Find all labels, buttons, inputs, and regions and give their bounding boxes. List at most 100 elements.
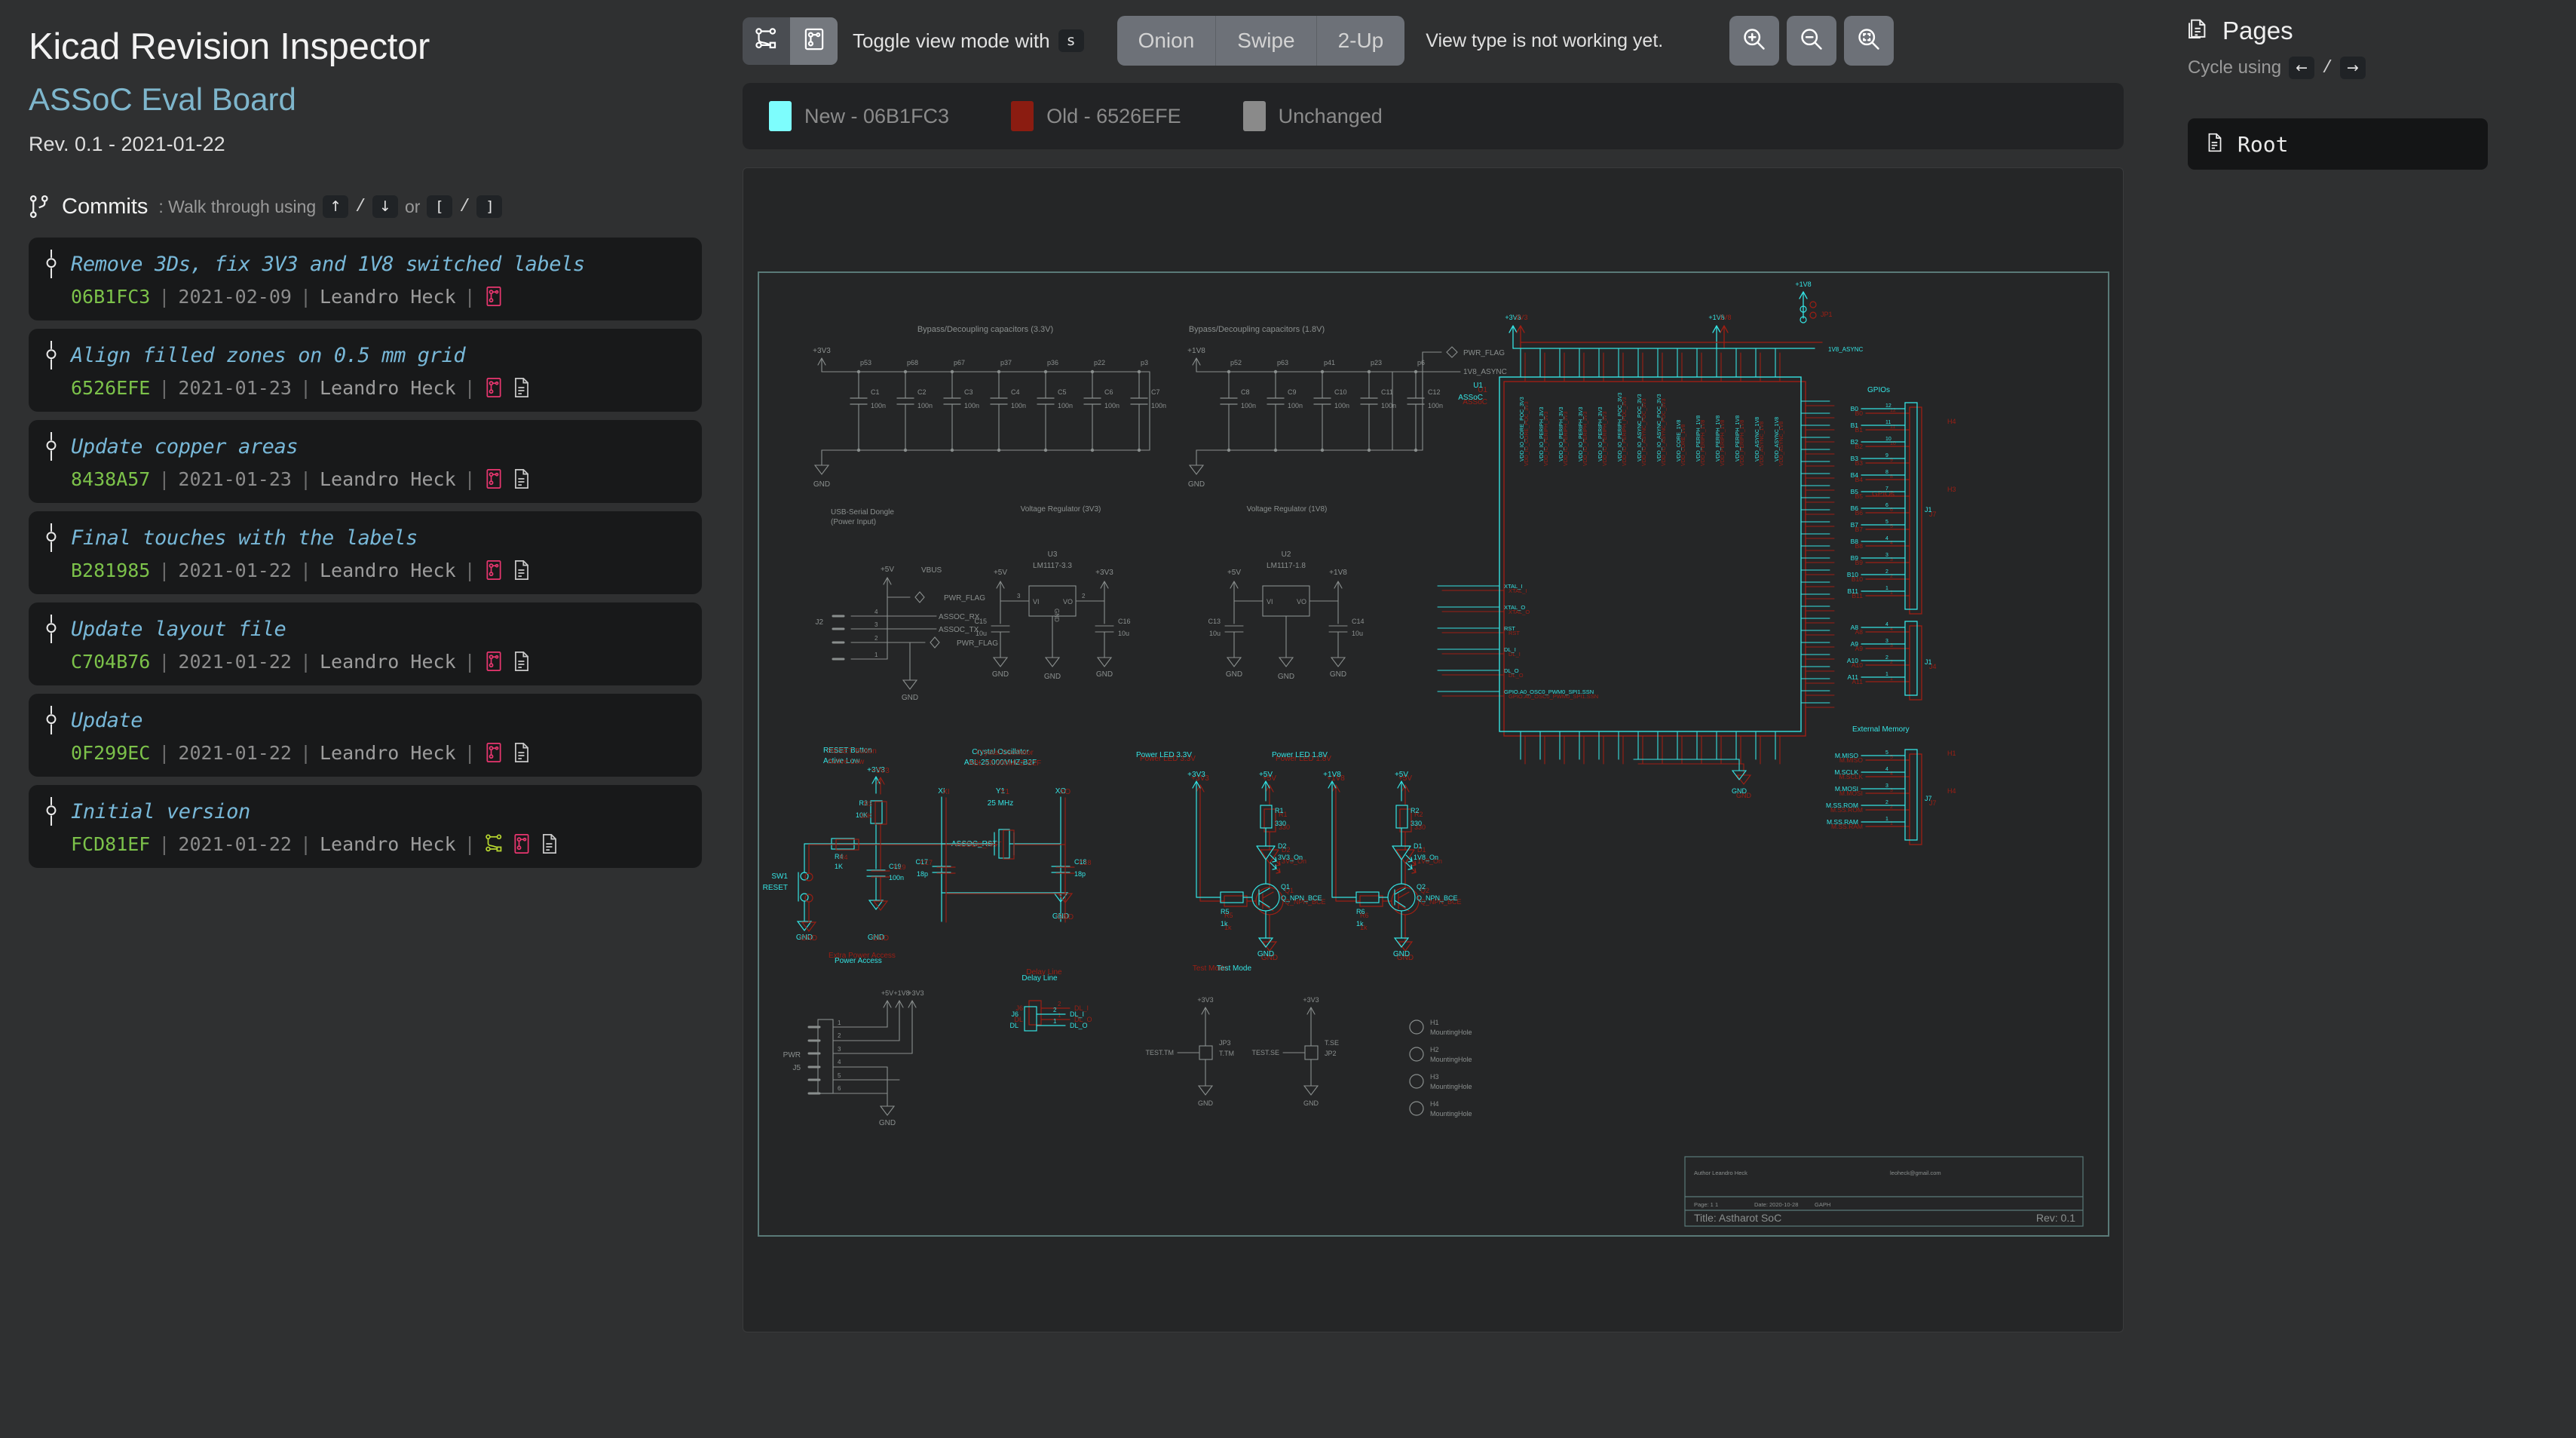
pcb-icon[interactable]: [512, 832, 531, 855]
commit-header: Update copper areas: [44, 432, 687, 461]
commit-item[interactable]: Update layout fileC704B76|2021-01-22|Lea…: [29, 602, 702, 685]
document-icon[interactable]: [512, 376, 531, 399]
commits-hint-or: or: [405, 197, 420, 217]
svg-text:9: 9: [1885, 453, 1888, 458]
svg-text:12: 12: [1885, 403, 1891, 409]
zoom-fit-button[interactable]: [1844, 16, 1894, 66]
document-icon[interactable]: [512, 468, 531, 490]
zoom-out-button[interactable]: [1787, 16, 1836, 66]
key-close-bracket[interactable]: ]: [476, 195, 502, 218]
meta-separator: |: [158, 560, 170, 581]
commit-header: Update: [44, 706, 687, 734]
key-left[interactable]: ←: [2289, 57, 2314, 79]
svg-text:GND: GND: [1096, 670, 1113, 679]
svg-text:M.SS.ROM: M.SS.ROM: [1826, 802, 1858, 809]
view-mode-toggle[interactable]: [743, 17, 838, 65]
svg-text:3: 3: [1885, 553, 1888, 558]
commit-date: 2021-01-22: [178, 833, 292, 855]
schematic-icon[interactable]: [484, 832, 504, 855]
meta-separator: |: [158, 468, 170, 490]
pcb-icon[interactable]: [484, 559, 504, 581]
meta-separator: |: [158, 377, 170, 399]
commit-item[interactable]: Initial versionFCD81EF|2021-01-22|Leandr…: [29, 785, 702, 868]
commit-message: Update layout file: [71, 618, 286, 641]
commit-item[interactable]: Remove 3Ds, fix 3V3 and 1V8 switched lab…: [29, 238, 702, 320]
svg-text:VDD_CORE_1V8: VDD_CORE_1V8: [1677, 420, 1682, 461]
commit-meta: B281985|2021-01-22|Leandro Heck|: [44, 559, 687, 581]
svg-text:PWR_FLAG: PWR_FLAG: [944, 594, 985, 602]
commit-sha: 8438A57: [71, 468, 150, 490]
svg-text:1: 1: [838, 1019, 841, 1026]
view-type-onion[interactable]: Onion: [1117, 16, 1217, 66]
cap-pin-label: p68: [907, 359, 918, 366]
svg-text:+1V8: +1V8: [1329, 569, 1347, 577]
view-type-swipe[interactable]: Swipe: [1216, 16, 1316, 66]
diff-legend: New - 06B1FC3Old - 6526EFEUnchanged: [743, 83, 2124, 149]
mcu-symbol: U1ASSoCVDD_IO_CORE_POC_3V3VDD_IO_PERIPH_…: [1438, 348, 1830, 795]
document-icon[interactable]: [512, 650, 531, 673]
key-open-bracket[interactable]: [: [427, 195, 452, 218]
commit-node-icon: [44, 432, 59, 461]
view-type-2-up[interactable]: 2-Up: [1317, 16, 1405, 66]
svg-text:VDD_ASYNC_1V8: VDD_ASYNC_1V8: [1755, 417, 1760, 461]
svg-text:H4: H4: [1947, 787, 1956, 795]
svg-text:H3: H3: [1947, 486, 1956, 493]
svg-text:VDD_IO_PERIPH_3V3: VDD_IO_PERIPH_3V3: [1583, 412, 1588, 466]
legend-swatch: [1011, 101, 1034, 131]
cap-value: 100n: [917, 402, 933, 409]
svg-text:-3V3: -3V3: [1513, 314, 1527, 321]
svg-text:VI: VI: [1033, 598, 1040, 606]
pages-icon: [2188, 17, 2210, 45]
svg-text:A8: A8: [1851, 624, 1859, 631]
svg-text:2: 2: [1058, 1001, 1061, 1007]
svg-text:3: 3: [874, 621, 878, 628]
view-type-group[interactable]: OnionSwipe2-Up: [1117, 16, 1405, 66]
svg-text:2: 2: [838, 1032, 841, 1039]
svg-text:1: 1: [1885, 586, 1888, 591]
page-item[interactable]: Root: [2188, 118, 2488, 170]
meta-separator: |: [300, 560, 311, 581]
svg-text:4: 4: [874, 609, 878, 615]
svg-text:VDD_IO_ASYNC_POC_3V3: VDD_IO_ASYNC_POC_3V3: [1637, 394, 1643, 461]
svg-text:GND: GND: [879, 1119, 896, 1127]
document-icon[interactable]: [512, 741, 531, 764]
cap-value: 100n: [1334, 402, 1349, 409]
key-right[interactable]: →: [2340, 57, 2366, 79]
pcb-icon[interactable]: [484, 468, 504, 490]
mounting-hole-ref: H4: [1430, 1100, 1439, 1108]
svg-text:10u: 10u: [1209, 630, 1221, 637]
commit-item[interactable]: Update0F299EC|2021-01-22|Leandro Heck|: [29, 694, 702, 777]
document-icon[interactable]: [540, 832, 559, 855]
document-icon[interactable]: [512, 559, 531, 581]
mode-pcb-button[interactable]: [790, 17, 838, 65]
svg-text:1: 1: [1053, 1018, 1057, 1025]
svg-text:1V8_On: 1V8_On: [1414, 854, 1438, 861]
cap-pin-label: p67: [954, 359, 965, 366]
cap-pin-label: p23: [1371, 359, 1382, 366]
svg-text:10K: 10K: [860, 812, 872, 820]
svg-text:100n: 100n: [889, 874, 904, 882]
pcb-icon[interactable]: [484, 650, 504, 673]
key-up[interactable]: ↑: [323, 195, 348, 218]
svg-text:(Power Input): (Power Input): [831, 518, 876, 526]
svg-text:DL_I: DL_I: [1070, 1010, 1084, 1018]
pcb-icon[interactable]: [484, 376, 504, 399]
commit-item[interactable]: Align filled zones on 0.5 mm grid6526EFE…: [29, 329, 702, 412]
commit-item[interactable]: Update copper areas8438A57|2021-01-23|Le…: [29, 420, 702, 503]
legend-item: Unchanged: [1243, 101, 1383, 131]
mode-schematic-button[interactable]: [743, 17, 790, 65]
schematic-canvas[interactable]: Bypass/Decoupling capacitors (3.3V) +3V3…: [743, 167, 2124, 1332]
svg-text:C19: C19: [893, 863, 906, 871]
svg-text:DL_O: DL_O: [1070, 1022, 1088, 1029]
pcb-icon[interactable]: [484, 741, 504, 764]
svg-text:PWR_FLAG: PWR_FLAG: [1463, 349, 1505, 357]
mounting-hole-label: MountingHole: [1430, 1083, 1472, 1090]
svg-text:VDD_ASYNC_1V8: VDD_ASYNC_1V8: [1779, 422, 1784, 466]
key-down[interactable]: ↓: [372, 195, 398, 218]
zoom-in-button[interactable]: [1729, 16, 1779, 66]
cap-ref: C2: [917, 388, 927, 396]
toggle-key[interactable]: s: [1058, 29, 1084, 52]
commit-item[interactable]: Final touches with the labelsB281985|202…: [29, 511, 702, 594]
pcb-icon[interactable]: [484, 285, 504, 308]
svg-text:5: 5: [1885, 750, 1888, 756]
